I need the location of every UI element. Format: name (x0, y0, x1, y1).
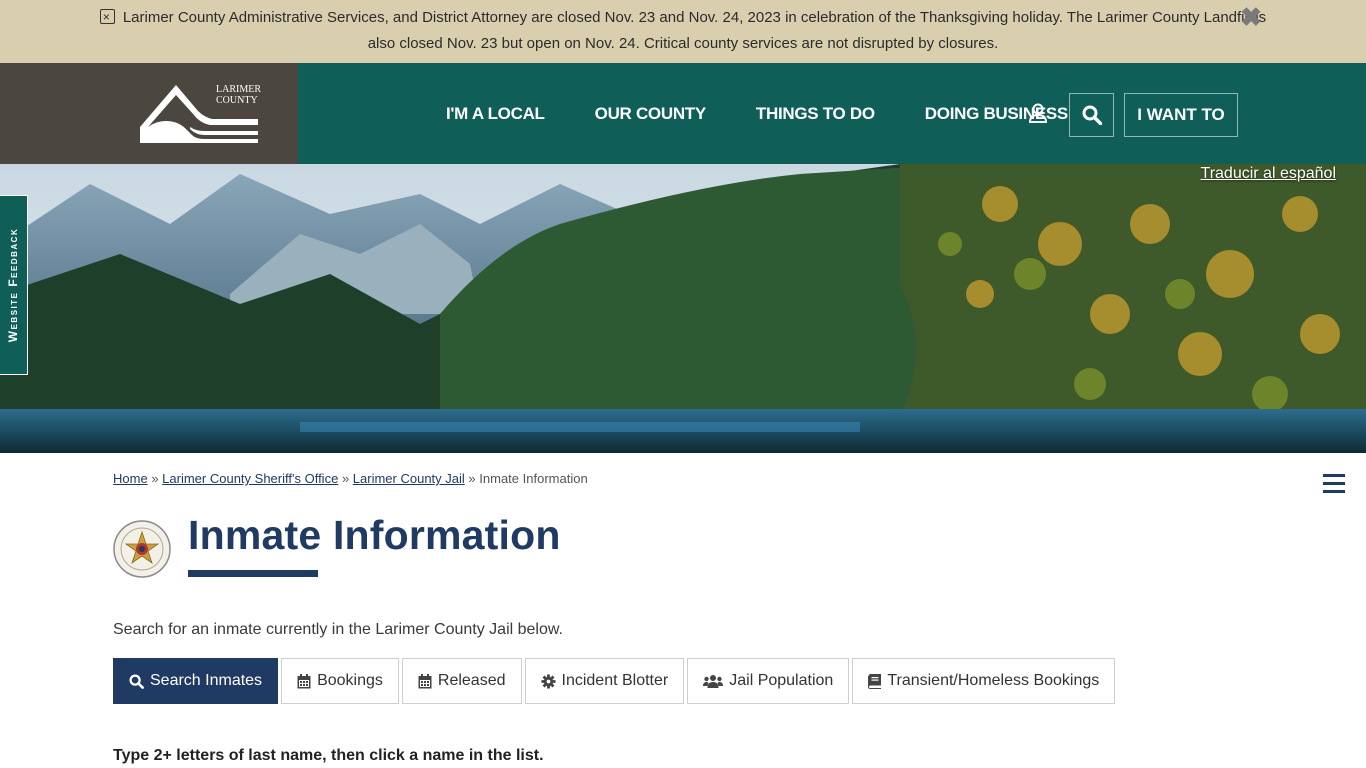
tab-label: Jail Population (729, 672, 834, 689)
translate-link[interactable]: Traducir al español (1201, 165, 1336, 183)
nav-im-a-local[interactable]: I'M A LOCAL (446, 104, 545, 124)
page-title: Inmate Information (188, 512, 561, 558)
mountain-lake-scene (0, 164, 1366, 453)
tab-label: Search Inmates (150, 672, 263, 689)
search-button[interactable] (1069, 93, 1114, 137)
close-icon[interactable]: ✖ (1240, 4, 1262, 30)
feedback-label: Website Feedback (6, 227, 21, 343)
breadcrumb-separator: » (341, 471, 350, 486)
website-feedback-tab[interactable]: Website Feedback (0, 195, 28, 375)
tab-label: Released (437, 672, 506, 689)
users-icon (703, 674, 724, 688)
site-header: LARIMER COUNTY I'M A LOCAL OUR COUNTY TH… (0, 63, 1366, 164)
logo-link[interactable]: LARIMER COUNTY (0, 63, 298, 164)
tab-transient-homeless-bookings[interactable]: Transient/Homeless Bookings (852, 658, 1116, 704)
calendar-icon (418, 673, 432, 689)
instruction-text: Type 2+ letters of last name, then click… (113, 747, 544, 764)
tab-label: Incident Blotter (561, 672, 669, 689)
logo-text-1: LARIMER (216, 84, 261, 95)
breadcrumb-current: Inmate Information (479, 471, 588, 486)
title-underline (188, 570, 318, 577)
tab-bookings[interactable]: Bookings (281, 658, 399, 704)
tab-label: Transient/Homeless Bookings (887, 672, 1100, 689)
tab-incident-blotter[interactable]: Incident Blotter (524, 658, 685, 704)
tab-search-inmates[interactable]: Search Inmates (113, 658, 279, 704)
calendar-x-icon (99, 4, 115, 30)
tab-released[interactable]: Released (401, 658, 522, 704)
main-nav: I'M A LOCAL OUR COUNTY THINGS TO DO DOIN… (446, 63, 1118, 164)
search-icon (129, 673, 144, 689)
tab-label: Bookings (317, 672, 383, 689)
user-icon[interactable] (1028, 103, 1048, 123)
breadcrumb-separator: » (468, 471, 476, 486)
logo-text-2: COUNTY (216, 95, 258, 106)
inmate-tabs: Search Inmates Bookings Released Inciden… (113, 658, 1118, 704)
alert-banner: Larimer County Administrative Services, … (0, 0, 1366, 63)
breadcrumb-home[interactable]: Home (113, 471, 148, 486)
alert-text-2: also closed Nov. 23 but open on Nov. 24.… (367, 35, 999, 52)
breadcrumb: Home » Larimer County Sheriff's Office »… (113, 471, 588, 486)
breadcrumb-county-jail[interactable]: Larimer County Jail (353, 471, 465, 486)
book-icon (868, 673, 882, 689)
intro-text: Search for an inmate currently in the La… (113, 621, 563, 638)
breadcrumb-separator: » (151, 471, 159, 486)
breadcrumb-sheriffs-office[interactable]: Larimer County Sheriff's Office (162, 471, 338, 486)
larimer-county-logo: LARIMER COUNTY (140, 84, 261, 143)
alert-text-1: Larimer County Administrative Services, … (122, 9, 1267, 26)
i-want-to-button[interactable]: I WANT TO (1124, 93, 1238, 137)
alert-line-1: Larimer County Administrative Services, … (0, 4, 1366, 31)
tab-jail-population[interactable]: Jail Population (687, 658, 850, 704)
nav-our-county[interactable]: OUR COUNTY (595, 104, 707, 124)
gear-icon (540, 673, 556, 689)
search-icon (1082, 105, 1102, 125)
hero-image (0, 164, 1366, 453)
sheriff-seal-icon (113, 520, 171, 578)
menu-icon[interactable] (1323, 474, 1345, 498)
calendar-icon (297, 673, 311, 689)
nav-things-to-do[interactable]: THINGS TO DO (756, 104, 875, 124)
